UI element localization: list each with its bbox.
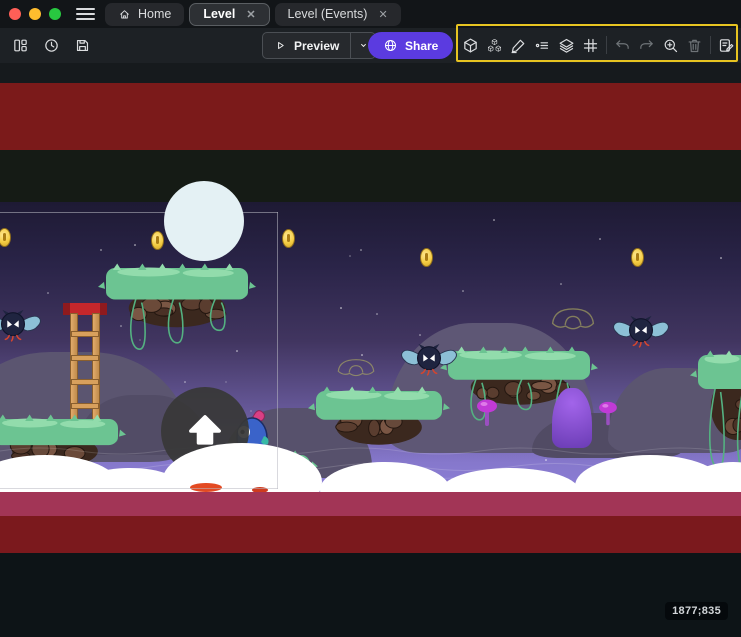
objects-icon[interactable] xyxy=(462,33,479,57)
redo-icon[interactable] xyxy=(638,33,655,57)
purple-bush xyxy=(552,388,592,448)
layers-icon[interactable] xyxy=(558,33,575,57)
menu-icon[interactable] xyxy=(76,5,95,23)
moon[interactable] xyxy=(164,181,244,261)
tab-label: Level xyxy=(203,7,235,21)
canvas-bottom-area xyxy=(0,553,741,637)
globe-icon xyxy=(383,38,398,53)
preview-button-group: Preview xyxy=(262,32,376,59)
scene-window-border xyxy=(0,488,278,489)
island-platform[interactable] xyxy=(106,263,248,333)
bat-enemy[interactable] xyxy=(400,340,458,382)
share-label: Share xyxy=(405,39,438,53)
bat-enemy[interactable] xyxy=(612,312,670,354)
game-canvas[interactable]: 1877;835 xyxy=(0,63,741,637)
canvas-top-strip xyxy=(0,63,741,83)
history-icon[interactable] xyxy=(39,33,63,57)
window-controls xyxy=(9,8,61,20)
toolbar-separator xyxy=(606,36,607,54)
undo-icon[interactable] xyxy=(614,33,631,57)
close-window-button[interactable] xyxy=(9,8,21,20)
tab-bar: Home Level ✕ Level (Events) ✕ xyxy=(105,3,401,26)
minimize-window-button[interactable] xyxy=(29,8,41,20)
tab-level[interactable]: Level ✕ xyxy=(189,3,269,26)
island-platform[interactable] xyxy=(698,350,741,450)
scene-toolbar xyxy=(462,33,735,57)
grid-icon[interactable] xyxy=(582,33,599,57)
outline-decoration[interactable] xyxy=(550,303,596,333)
tab-label: Home xyxy=(138,7,171,21)
zoom-window-button[interactable] xyxy=(49,8,61,20)
dark-forest-band xyxy=(0,150,741,202)
cursor-coordinates: 1877;835 xyxy=(665,602,728,620)
object-groups-icon[interactable] xyxy=(486,33,503,57)
play-icon xyxy=(274,39,287,52)
preview-button[interactable]: Preview xyxy=(263,39,350,53)
toolbar: Preview Share xyxy=(0,28,741,63)
titlebar: Home Level ✕ Level (Events) ✕ xyxy=(0,0,741,28)
coin[interactable] xyxy=(151,231,164,250)
scene-window-border xyxy=(277,212,278,489)
share-button[interactable]: Share xyxy=(368,32,453,59)
mushroom xyxy=(596,397,620,427)
tab-home[interactable]: Home xyxy=(105,3,184,26)
zoom-in-icon[interactable] xyxy=(662,33,679,57)
close-tab-icon[interactable]: ✕ xyxy=(246,8,255,21)
coin[interactable] xyxy=(631,248,644,267)
mushroom xyxy=(474,394,500,428)
bat-enemy[interactable] xyxy=(0,306,42,348)
coin[interactable] xyxy=(282,229,295,248)
toolbar-separator xyxy=(710,36,711,54)
project-manager-icon[interactable] xyxy=(8,33,32,57)
home-icon xyxy=(118,8,131,21)
bottom-pink-band xyxy=(0,492,741,516)
top-red-band xyxy=(0,83,741,150)
ladder[interactable] xyxy=(63,303,107,429)
preview-label: Preview xyxy=(294,39,339,53)
edit-icon[interactable] xyxy=(510,33,527,57)
trash-icon[interactable] xyxy=(686,33,703,57)
scene-properties-icon[interactable] xyxy=(718,33,735,57)
tab-level-events[interactable]: Level (Events) ✕ xyxy=(275,3,401,26)
close-tab-icon[interactable]: ✕ xyxy=(378,8,387,21)
instances-list-icon[interactable] xyxy=(534,33,551,57)
coin[interactable] xyxy=(420,248,433,267)
bottom-red-band xyxy=(0,516,741,553)
app-window: Home Level ✕ Level (Events) ✕ Preview xyxy=(0,0,741,637)
outline-decoration[interactable] xyxy=(336,355,376,379)
save-icon[interactable] xyxy=(70,33,94,57)
tab-label: Level (Events) xyxy=(288,7,368,21)
